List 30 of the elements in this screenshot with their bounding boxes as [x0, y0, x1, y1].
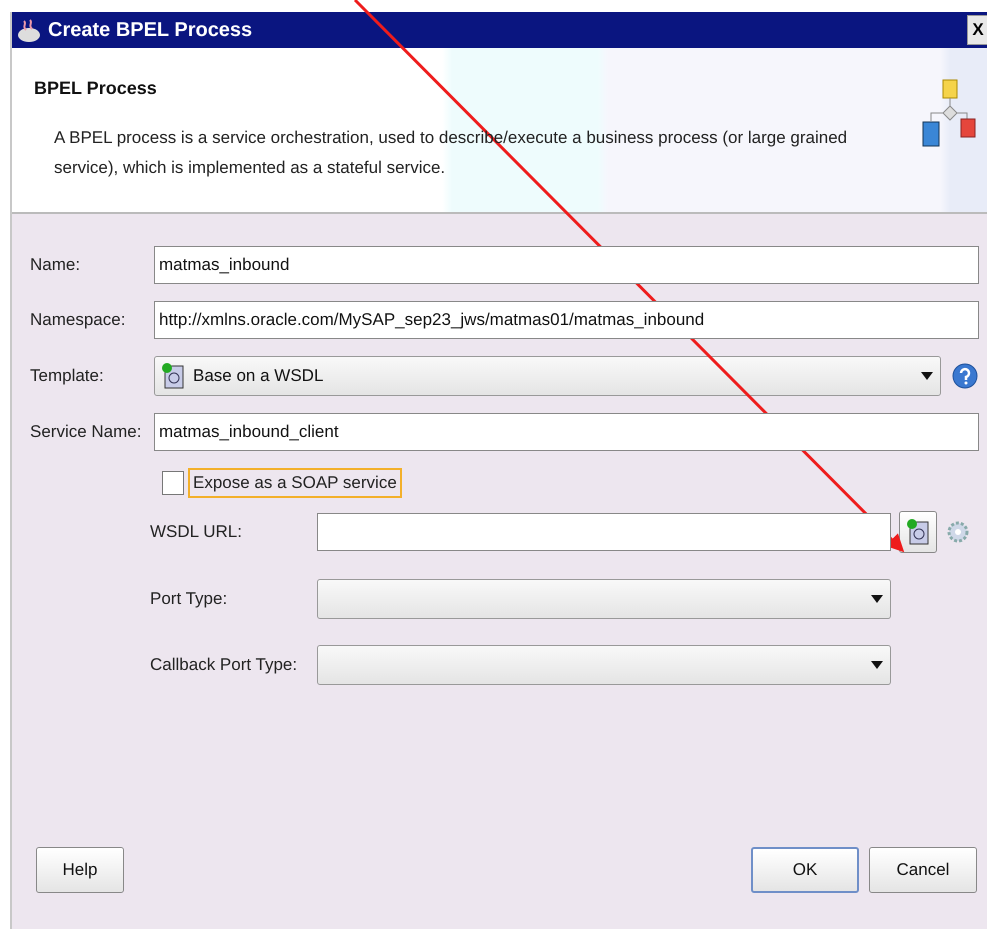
- gear-icon[interactable]: [945, 519, 971, 545]
- dropdown-arrow-icon: [870, 594, 884, 604]
- wsdl-document-icon: [161, 362, 185, 390]
- checkbox-label[interactable]: Expose as a SOAP service: [188, 468, 402, 498]
- field-label: Port Type:: [150, 589, 228, 609]
- text-field[interactable]: matmas_inbound: [154, 246, 979, 284]
- header-title: BPEL Process: [34, 78, 158, 99]
- dropdown[interactable]: [317, 579, 891, 619]
- close-button[interactable]: X: [967, 15, 987, 45]
- text-field[interactable]: http://xmlns.oracle.com/MySAP_sep23_jws/matmas01/matmas_inbound: [154, 301, 979, 339]
- field-label: Template:: [30, 366, 105, 386]
- field-label: WSDL URL:: [150, 522, 243, 542]
- text-field[interactable]: matmas_inbound_client: [154, 413, 979, 451]
- url-field[interactable]: [317, 513, 891, 551]
- cancel-button[interactable]: Cancel: [869, 847, 977, 893]
- window-title: Create BPEL Process: [48, 18, 254, 42]
- browse-wsdl-button[interactable]: [899, 511, 937, 553]
- dropdown-arrow-icon: [870, 660, 884, 670]
- ok-button[interactable]: OK: [751, 847, 859, 893]
- dropdown[interactable]: Base on a WSDL: [154, 356, 941, 396]
- field-label: Callback Port Type:: [150, 655, 298, 675]
- field-label: Service Name:: [30, 422, 142, 442]
- checkbox[interactable]: [162, 471, 184, 495]
- field-label: Name:: [30, 255, 82, 275]
- wsdl-document-icon: [906, 518, 930, 546]
- dropdown-arrow-icon: [920, 371, 934, 381]
- dropdown[interactable]: [317, 645, 891, 685]
- field-label: Namespace:: [30, 310, 126, 330]
- help-button[interactable]: Help: [36, 847, 124, 893]
- help-icon[interactable]: [951, 362, 979, 390]
